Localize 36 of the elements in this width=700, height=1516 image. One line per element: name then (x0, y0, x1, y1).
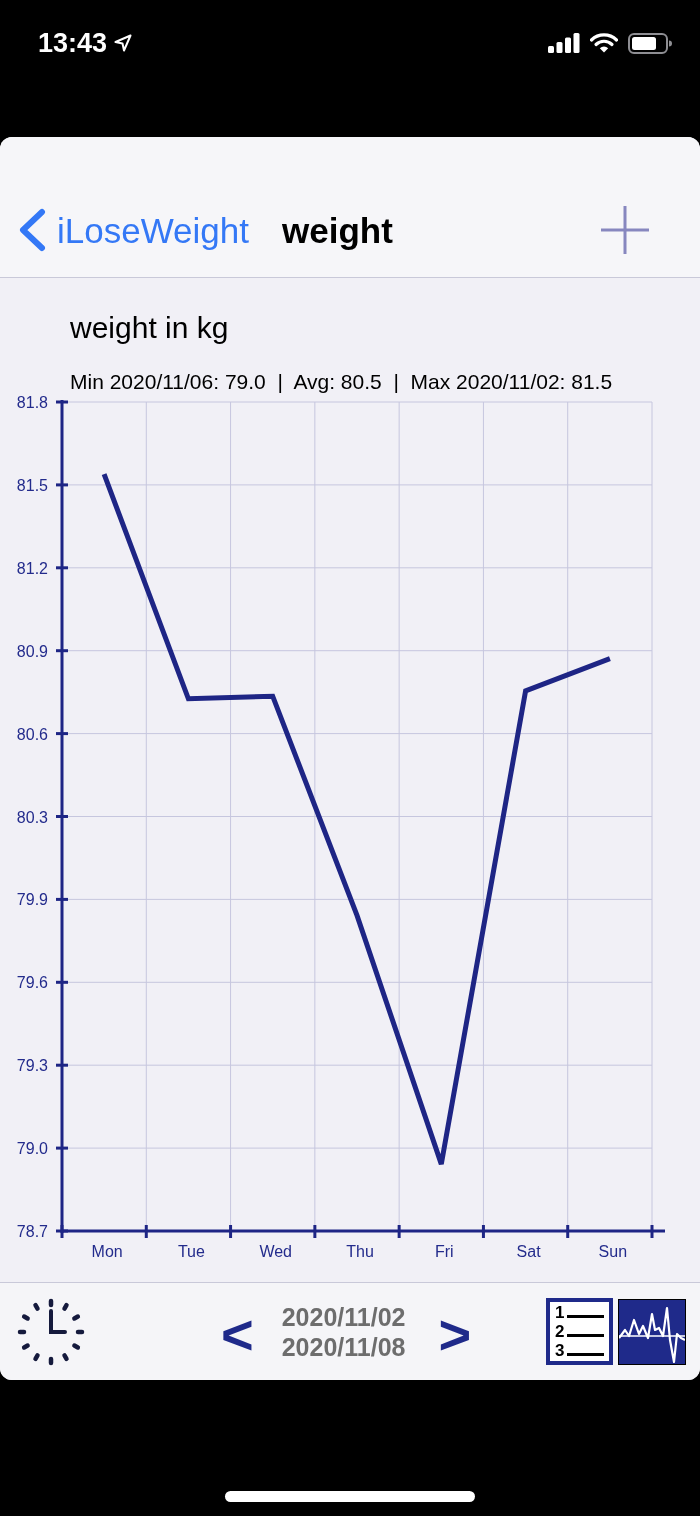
x-axis-label: Wed (259, 1243, 292, 1260)
y-axis-label: 79.0 (16, 1140, 48, 1158)
wifi-icon (590, 33, 618, 53)
y-axis-label: 81.2 (16, 559, 48, 577)
numbered-list-button[interactable]: 1 2 3 (546, 1298, 613, 1365)
date-range-text: 2020/11/08 (281, 1331, 406, 1362)
screen-title: weight (282, 212, 393, 248)
y-axis-label: 79.3 (16, 1057, 48, 1075)
status-time: 13:43 (38, 29, 108, 57)
location-arrow-icon (114, 34, 133, 52)
chevron-left-icon (18, 208, 46, 252)
x-axis-label: Tue (177, 1243, 205, 1260)
back-button[interactable]: iLoseWeight (18, 208, 249, 252)
x-axis-label: Fri (434, 1243, 454, 1260)
x-axis-label: Mon (91, 1243, 123, 1260)
chart-stats: Min 2020/11/06: 79.0 | Avg: 80.5 | Max 2020/11/02: 81.5 (70, 370, 613, 394)
y-axis-label: 80.6 (16, 725, 48, 743)
x-axis-label: Sat (516, 1243, 541, 1260)
battery-icon (628, 32, 672, 54)
y-axis-label: 81.5 (16, 476, 48, 494)
y-axis-label: 79.9 (16, 891, 48, 909)
next-week-button[interactable]: > (438, 1312, 472, 1357)
clock-icon[interactable] (17, 1297, 85, 1366)
y-axis-label: 79.6 (16, 974, 48, 992)
x-axis-label: Sun (598, 1243, 628, 1260)
signal-icon (548, 33, 580, 53)
y-axis-label: 81.8 (16, 394, 48, 411)
y-axis-label: 78.7 (16, 1223, 48, 1240)
add-icon[interactable] (600, 205, 650, 255)
x-axis-label: Thu (346, 1243, 374, 1260)
date-range-text: 2020/11/02 (281, 1301, 406, 1332)
previous-week-button[interactable]: < (221, 1312, 254, 1357)
y-axis-label: 80.9 (16, 642, 48, 660)
chart-title: weight in kg (70, 312, 229, 344)
chart-view-button[interactable] (618, 1298, 686, 1365)
y-axis-label: 80.3 (16, 808, 48, 826)
